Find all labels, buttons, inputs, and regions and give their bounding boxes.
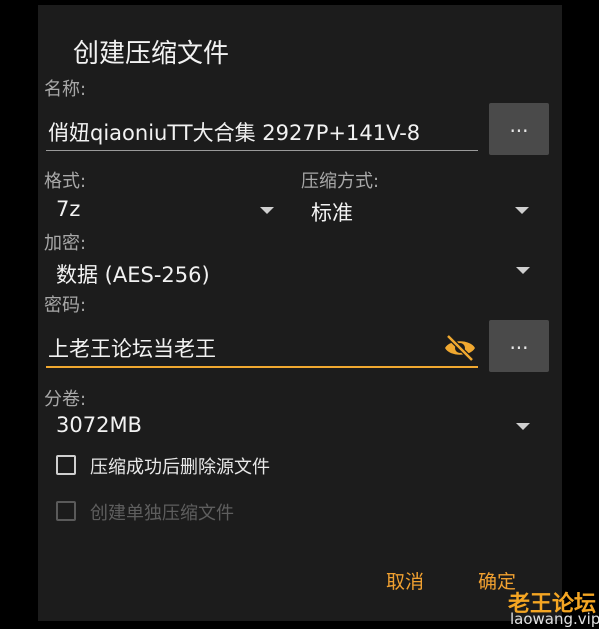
browse-button[interactable]: ... <box>489 103 549 155</box>
delete-source-checkbox[interactable] <box>56 455 76 475</box>
separate-archives-label: 创建单独压缩文件 <box>90 503 234 524</box>
method-chevron-down-icon <box>515 207 529 214</box>
method-select[interactable]: 标准 <box>301 193 531 227</box>
dialog-title: 创建压缩文件 <box>73 39 230 69</box>
name-input[interactable]: 俏妞qiaoniuTT大合集 2927P+141V-8 <box>48 117 480 149</box>
encryption-chevron-down-icon <box>516 267 530 274</box>
encryption-select-value: 数据 (AES-256) <box>56 263 210 287</box>
split-select-value: 3072MB <box>56 413 142 437</box>
password-input-underline <box>46 366 478 368</box>
method-label: 压缩方式: <box>301 171 380 192</box>
name-label: 名称: <box>44 79 87 100</box>
separate-archives-option: 创建单独压缩文件 <box>54 497 354 527</box>
format-label: 格式: <box>44 171 87 192</box>
split-label: 分卷: <box>44 389 87 410</box>
password-more-button[interactable]: ... <box>489 320 549 372</box>
delete-source-option[interactable]: 压缩成功后删除源文件 <box>54 451 354 481</box>
create-archive-dialog: 创建压缩文件 名称: 俏妞qiaoniuTT大合集 2927P+141V-8 .… <box>38 5 562 621</box>
split-select[interactable]: 3072MB <box>46 409 532 443</box>
format-select-value: 7z <box>56 197 81 221</box>
toggle-visibility-eye-off-icon[interactable] <box>442 331 478 365</box>
format-select[interactable]: 7z <box>46 193 276 227</box>
cancel-button[interactable]: 取消 <box>386 567 424 594</box>
name-input-underline <box>46 150 478 151</box>
password-input[interactable]: 上老王论坛当老王 <box>48 333 428 365</box>
delete-source-label: 压缩成功后删除源文件 <box>90 457 270 478</box>
separate-archives-checkbox <box>56 501 76 521</box>
password-label: 密码: <box>44 295 87 316</box>
split-chevron-down-icon <box>516 423 530 430</box>
encryption-label: 加密: <box>44 233 87 254</box>
watermark-url: laowang.vip <box>510 610 599 628</box>
encryption-select[interactable]: 数据 (AES-256) <box>46 255 532 289</box>
format-chevron-down-icon <box>260 207 274 214</box>
method-select-value: 标准 <box>311 201 353 225</box>
